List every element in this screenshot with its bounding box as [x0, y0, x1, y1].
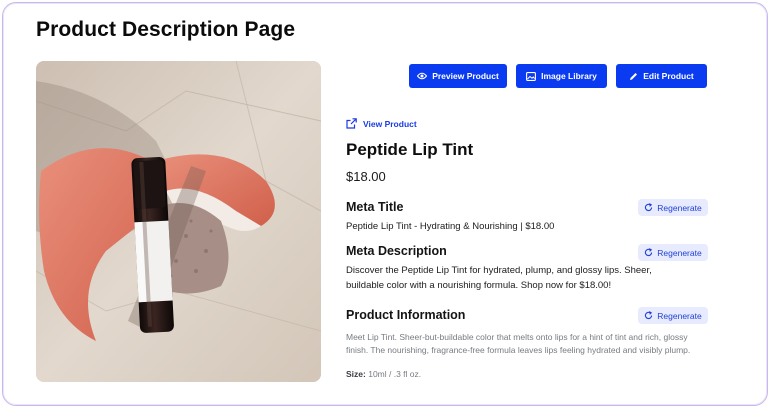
size-value: 10ml / .3 fl oz. — [368, 369, 422, 379]
size-label: Size: — [346, 369, 366, 379]
image-icon — [526, 71, 537, 81]
product-information-text: Meet Lip Tint. Sheer-but-buildable color… — [346, 332, 691, 355]
eye-icon — [417, 72, 428, 80]
product-image — [36, 61, 321, 382]
preview-product-button[interactable]: Preview Product — [409, 64, 507, 88]
view-product-label: View Product — [363, 118, 417, 129]
refresh-icon — [645, 203, 653, 212]
refresh-icon — [645, 311, 653, 320]
product-price: $18.00 — [346, 169, 386, 184]
view-product-link[interactable]: View Product — [346, 118, 417, 129]
product-size: Size: 10ml / .3 fl oz. — [346, 369, 421, 379]
image-library-label: Image Library — [541, 71, 597, 81]
meta-description-heading: Meta Description — [346, 244, 447, 258]
toolbar: Preview Product Image Library Edit Produ… — [409, 64, 707, 88]
regenerate-label: Regenerate — [657, 310, 702, 321]
meta-title-heading: Meta Title — [346, 200, 404, 214]
regenerate-product-information-button[interactable]: Regenerate — [638, 307, 708, 324]
product-name: Peptide Lip Tint — [346, 140, 474, 159]
preview-product-label: Preview Product — [432, 71, 499, 81]
regenerate-label: Regenerate — [657, 202, 702, 213]
regenerate-meta-description-button[interactable]: Regenerate — [638, 244, 708, 261]
external-link-icon — [346, 118, 357, 129]
page-title: Product Description Page — [36, 18, 296, 41]
meta-title-text: Peptide Lip Tint - Hydrating & Nourishin… — [346, 221, 555, 232]
product-information-heading: Product Information — [346, 308, 466, 322]
meta-description-line-1: Discover the Peptide Lip Tint for hydrat… — [346, 265, 652, 276]
pencil-icon — [630, 72, 638, 80]
regenerate-meta-title-button[interactable]: Regenerate — [638, 199, 708, 216]
edit-product-button[interactable]: Edit Product — [616, 64, 707, 88]
edit-product-label: Edit Product — [643, 71, 694, 81]
refresh-icon — [645, 248, 653, 257]
meta-description-line-2: buildable color with a nourishing formul… — [346, 280, 612, 291]
image-library-button[interactable]: Image Library — [516, 64, 607, 88]
regenerate-label: Regenerate — [657, 247, 702, 258]
